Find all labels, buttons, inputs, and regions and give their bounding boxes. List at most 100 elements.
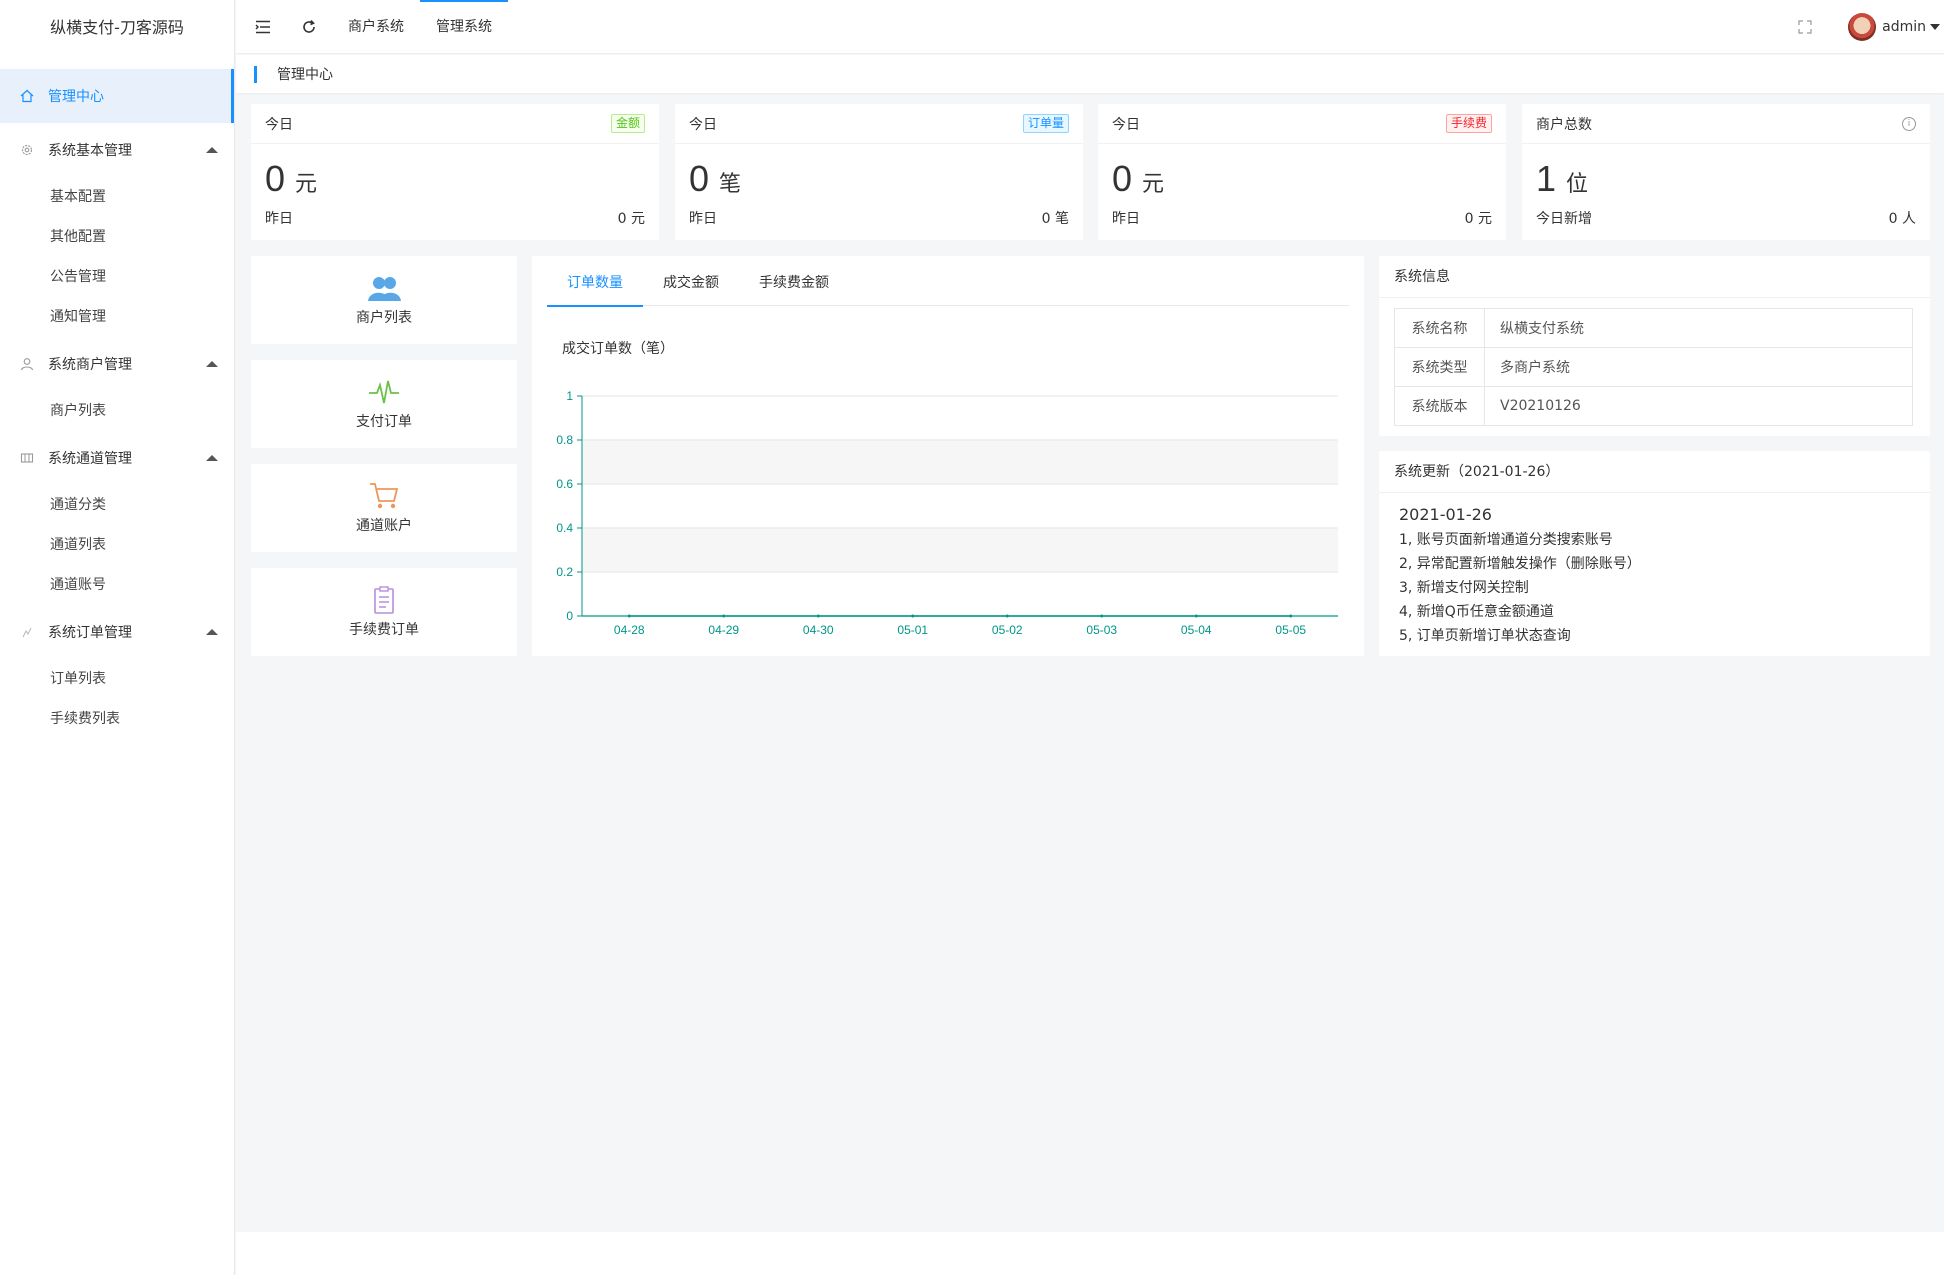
sidebar-group-label: 系统通道管理 — [48, 451, 132, 467]
stat-card-amount: 今日 金额 0元 昨日 0 元 — [251, 104, 659, 240]
sidebar-item-order-list[interactable]: 订单列表 — [0, 659, 234, 699]
quick-link-merchants[interactable]: 商户列表 — [251, 256, 517, 344]
pulse-icon — [369, 380, 399, 404]
data-point — [816, 614, 820, 618]
data-point — [1005, 614, 1009, 618]
chevron-up-icon — [206, 455, 218, 461]
stat-foot-label: 昨日 — [265, 211, 293, 227]
y-tick-label: 0.8 — [556, 433, 573, 447]
menu-fold-icon — [255, 20, 270, 33]
stat-label: 今日 — [1112, 116, 1140, 133]
stat-tag: 金额 — [610, 114, 645, 133]
quick-link-label: 手续费订单 — [349, 622, 419, 638]
fullscreen-icon — [1798, 20, 1812, 34]
info-value: V20210126 — [1484, 386, 1913, 426]
sidebar-item-channel-category[interactable]: 通道分类 — [0, 485, 234, 525]
list-item: 3, 新增支付网关控制 — [1399, 580, 1529, 596]
data-point — [911, 614, 915, 618]
stat-unit: 元 — [295, 172, 318, 197]
sidebar-group-label: 系统基本管理 — [48, 143, 132, 159]
chevron-down-icon[interactable] — [1930, 24, 1940, 30]
user-name[interactable]: admin — [1882, 19, 1926, 35]
avatar[interactable] — [1848, 13, 1877, 41]
sidebar-item-channel-account[interactable]: 通道账号 — [0, 565, 234, 605]
y-tick-label: 0.2 — [556, 565, 573, 579]
breadcrumb: 管理中心 — [236, 55, 1944, 93]
stat-tag: 手续费 — [1445, 114, 1492, 133]
list-item: 4, 新增Q币任意金额通道 — [1399, 604, 1554, 620]
stat-foot-value: 0 人 — [1888, 211, 1916, 227]
quick-link-channel-accounts[interactable]: 通道账户 — [251, 464, 517, 552]
sidebar-item-other-config[interactable]: 其他配置 — [0, 217, 234, 257]
fullscreen-button[interactable] — [1782, 0, 1828, 54]
stat-card-fees: 今日 手续费 0元 昨日 0 元 — [1098, 104, 1506, 240]
x-tick-label: 05-05 — [1275, 623, 1306, 637]
info-key: 系统版本 — [1394, 386, 1485, 426]
sidebar-item-fee-list[interactable]: 手续费列表 — [0, 699, 234, 739]
sidebar-item-announcements[interactable]: 公告管理 — [0, 257, 234, 297]
stat-card-merchants: 商户总数 i 1位 今日新增 0 人 — [1522, 104, 1930, 240]
sidebar-group-label: 系统订单管理 — [48, 625, 132, 641]
sidebar-item-channel-list[interactable]: 通道列表 — [0, 525, 234, 565]
system-updates-panel: 系统更新（2021-01-26） 2021-01-26 1, 账号页面新增通道分… — [1379, 451, 1930, 656]
sidebar-group-channel[interactable]: 系统通道管理 — [0, 431, 234, 485]
top-header: 商户系统 管理系统 admin — [236, 0, 1944, 54]
stat-label: 今日 — [265, 116, 293, 133]
stat-value: 0 — [689, 158, 710, 199]
stat-foot-label: 昨日 — [689, 211, 717, 227]
sidebar-item-notifications[interactable]: 通知管理 — [0, 297, 234, 337]
sidebar-group-label: 系统商户管理 — [48, 357, 132, 373]
x-tick-label: 05-02 — [992, 623, 1023, 637]
x-tick-label: 04-30 — [803, 623, 834, 637]
info-key: 系统类型 — [1394, 347, 1485, 387]
quick-link-label: 支付订单 — [356, 414, 412, 430]
stat-unit: 元 — [1142, 172, 1165, 197]
nav-admin-system[interactable]: 管理系统 — [420, 0, 508, 54]
stat-foot-value: 0 笔 — [1041, 211, 1069, 227]
sidebar-group-basic[interactable]: 系统基本管理 — [0, 123, 234, 177]
grid-band — [582, 440, 1338, 484]
user-icon — [20, 357, 34, 371]
y-tick-label: 1 — [566, 389, 573, 403]
sidebar-item-basic-config[interactable]: 基本配置 — [0, 177, 234, 217]
order-count-chart: 0 0.2 0.4 0.6 0.8 1 04-28 04-29 04-30 05-01 05-02 0… — [556, 389, 1338, 637]
footer-bar — [236, 1232, 1944, 1275]
breadcrumb-marker — [254, 65, 257, 83]
data-point — [1100, 614, 1104, 618]
quick-link-label: 商户列表 — [356, 310, 412, 326]
stat-value: 0 — [1112, 158, 1133, 199]
stat-foot-label: 今日新增 — [1536, 211, 1592, 227]
info-value: 多商户系统 — [1484, 347, 1913, 387]
sidebar-group-order[interactable]: 系统订单管理 — [0, 605, 234, 659]
quick-link-label: 通道账户 — [356, 518, 412, 534]
system-info-panel: 系统信息 系统名称 纵横支付系统 系统类型 多商户系统 系统版本 V20210126 — [1379, 256, 1930, 436]
users-icon — [368, 277, 401, 301]
table-icon — [20, 451, 34, 465]
list-item: 1, 账号页面新增通道分类搜索账号 — [1399, 532, 1613, 548]
sidebar-item-merchant-list[interactable]: 商户列表 — [0, 391, 234, 431]
x-tick-label: 05-03 — [1086, 623, 1117, 637]
x-tick-label: 05-01 — [897, 623, 928, 637]
grid-band — [582, 528, 1338, 572]
header-right: admin — [1782, 0, 1944, 54]
y-tick-label: 0.4 — [556, 521, 573, 535]
chevron-up-icon — [206, 361, 218, 367]
data-point — [627, 614, 631, 618]
quick-link-pay-orders[interactable]: 支付订单 — [251, 360, 517, 448]
chevron-up-icon — [206, 629, 218, 635]
x-tick-label: 04-28 — [614, 623, 645, 637]
quick-link-fee-orders[interactable]: 手续费订单 — [251, 568, 517, 656]
menu-toggle-button[interactable] — [240, 0, 286, 54]
refresh-button[interactable] — [286, 0, 332, 54]
table-row: 系统版本 V20210126 — [1394, 386, 1913, 426]
sidebar-item-dashboard[interactable]: 管理中心 — [0, 69, 234, 123]
stat-label: 今日 — [689, 116, 717, 133]
sidebar-group-merchant[interactable]: 系统商户管理 — [0, 337, 234, 391]
chart-panel: 订单数量 成交金额 手续费金额 成交订单数（笔） 0 0.2 0.4 0.6 0.8 1 0… — [532, 256, 1364, 656]
stat-unit: 笔 — [719, 172, 742, 197]
nav-merchant-system[interactable]: 商户系统 — [332, 0, 420, 54]
info-icon[interactable]: i — [1902, 116, 1916, 131]
stat-tag: 订单量 — [1022, 114, 1069, 133]
table-row: 系统类型 多商户系统 — [1394, 347, 1913, 387]
stat-value: 1 — [1536, 158, 1557, 199]
